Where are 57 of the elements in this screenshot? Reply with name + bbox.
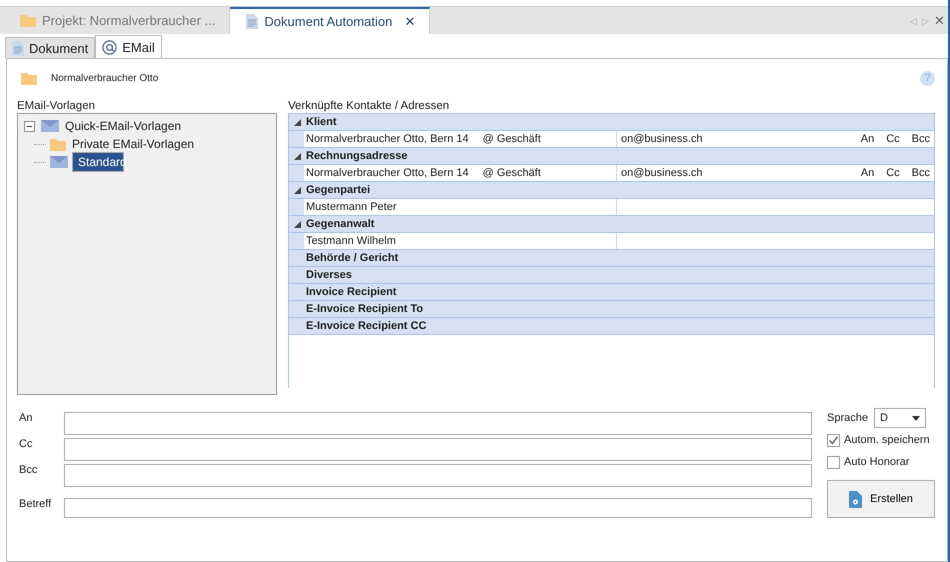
tree-item[interactable]: Private EMail-Vorlagen — [70, 136, 198, 152]
contact-cell[interactable]: Normalverbraucher Otto, Bern 14 @ Geschäft — [304, 131, 617, 147]
recipient-option[interactable]: Cc — [886, 133, 900, 145]
group-header[interactable]: Rechnungsadresse — [289, 148, 934, 165]
document-icon — [246, 14, 258, 29]
at-icon — [102, 40, 118, 54]
checkbox[interactable] — [827, 434, 840, 446]
recipient-option[interactable]: An — [860, 167, 874, 179]
checkbox-label: Autom. speichern — [844, 434, 930, 446]
group-header[interactable]: Invoice Recipient — [289, 284, 934, 301]
folder-icon — [50, 138, 66, 150]
document-icon — [12, 40, 24, 56]
document-gear-icon — [849, 490, 862, 508]
group-header[interactable]: Klient — [289, 114, 934, 131]
close-icon[interactable]: ✕ — [934, 13, 945, 28]
contact-cell[interactable]: Mustermann Peter — [304, 199, 617, 215]
checkbox-label: Auto Honorar — [844, 456, 910, 468]
section-title: Verknüpfte Kontakte / Adressen — [288, 99, 450, 113]
input-field[interactable] — [64, 498, 812, 518]
tree-item[interactable]: Quick-EMail-Vorlagen — [63, 118, 186, 134]
collapse-toggle[interactable] — [24, 120, 35, 132]
field-label: Sprache — [827, 412, 868, 424]
tab[interactable]: Dokument — [5, 37, 96, 58]
language-dropdown[interactable]: D — [874, 408, 926, 428]
document-tab[interactable]: Dokument Automation ✕ — [230, 7, 430, 34]
group-header[interactable]: Gegenpartei — [289, 182, 934, 199]
checkbox[interactable] — [827, 456, 840, 468]
client-name: Normalverbraucher Otto — [51, 72, 158, 84]
group-header[interactable]: E-Invoice Recipient To — [289, 301, 934, 318]
contact-cell[interactable]: Testmann Wilhelm — [304, 233, 617, 249]
section-title: EMail-Vorlagen — [17, 99, 96, 113]
create-button[interactable]: Erstellen — [827, 480, 935, 518]
envelope-icon — [41, 120, 59, 132]
field-label: Bcc — [18, 464, 38, 476]
group-header[interactable]: E-Invoice Recipient CC — [289, 318, 934, 335]
recipient-option[interactable]: An — [860, 133, 874, 145]
input-field[interactable] — [64, 438, 812, 461]
input-field[interactable] — [64, 464, 812, 487]
recipient-option[interactable]: Bcc — [912, 167, 930, 179]
tab[interactable]: EMail — [95, 35, 162, 58]
envelope-icon — [50, 156, 68, 168]
dropdown-arrow-icon — [912, 416, 920, 420]
field-label: Betreff — [18, 498, 52, 510]
contact-cell[interactable]: Normalverbraucher Otto, Bern 14 @ Geschäft — [304, 165, 617, 181]
folder-icon — [21, 72, 37, 84]
group-header[interactable]: Behörde / Gericht — [289, 250, 934, 267]
recipient-option[interactable]: Bcc — [912, 133, 930, 145]
recipient-option[interactable]: Cc — [886, 167, 900, 179]
folder-icon — [20, 14, 36, 27]
field-label: An — [18, 412, 34, 424]
email-cell: on@business.ch An Cc Bcc — [617, 165, 934, 181]
group-header[interactable]: Gegenanwalt — [289, 216, 934, 233]
input-field[interactable] — [64, 412, 812, 435]
email-cell: on@business.ch An Cc Bcc — [617, 131, 934, 147]
close-icon[interactable]: ✕ — [404, 14, 416, 29]
field-label: Cc — [18, 438, 34, 450]
group-header[interactable]: Diverses — [289, 267, 934, 284]
